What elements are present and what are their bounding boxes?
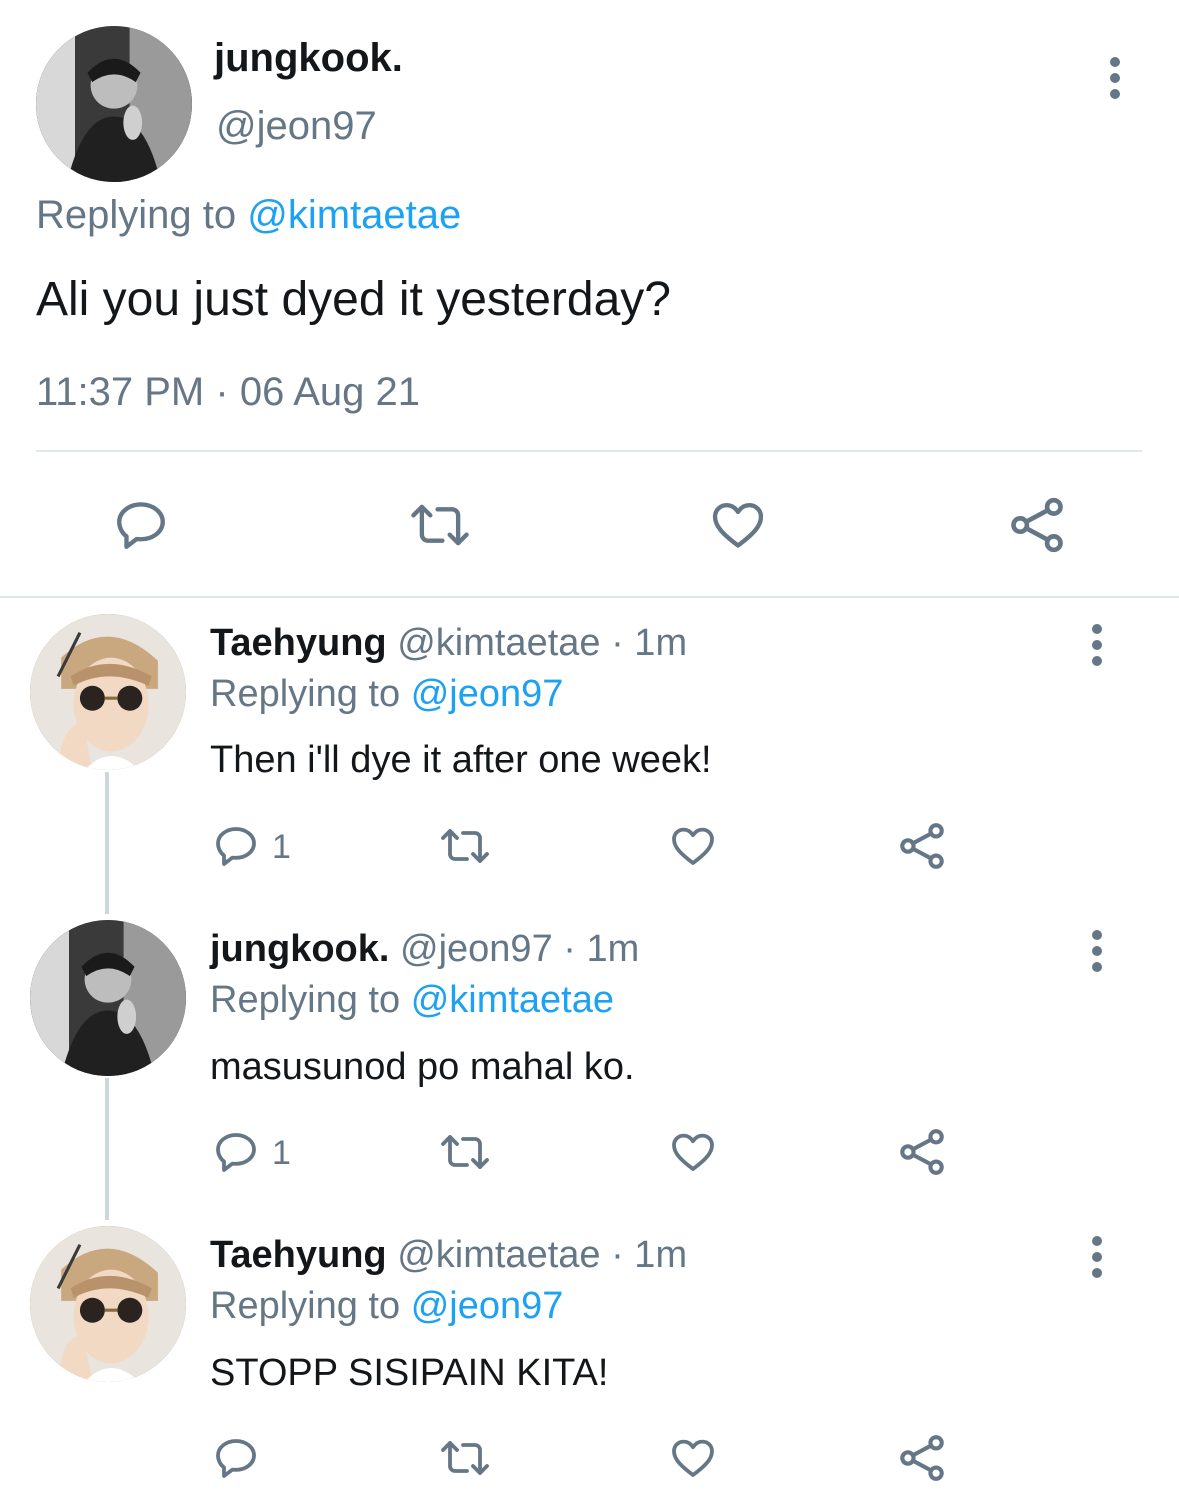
- reply-1-time: · 1m: [611, 622, 688, 664]
- reply-icon[interactable]: [212, 1434, 260, 1482]
- replying-prefix: Replying to: [210, 673, 401, 715]
- main-replying-to: Replying to @kimtaetae: [36, 193, 461, 238]
- reply-2-replying-to: Replying to @kimtaetae: [210, 979, 614, 1022]
- share-icon[interactable]: [896, 820, 948, 872]
- avatar-reply-1[interactable]: [30, 614, 186, 770]
- reply-2-display-name[interactable]: jungkook.: [210, 928, 389, 970]
- main-divider: [36, 450, 1142, 452]
- thread-line: [105, 772, 109, 914]
- like-icon[interactable]: [668, 822, 718, 870]
- reply-3-handle[interactable]: @kimtaetae: [397, 1234, 600, 1276]
- reply-1-header: Taehyung @kimtaetae · 1m: [210, 622, 687, 665]
- meta-separator: ·: [215, 370, 229, 414]
- main-timestamp: 11:37 PM · 06 Aug 21: [36, 370, 420, 415]
- replying-to-link[interactable]: @kimtaetae: [247, 193, 461, 237]
- replying-to-link[interactable]: @jeon97: [411, 1285, 564, 1327]
- reply-3-time: · 1m: [611, 1234, 688, 1276]
- share-icon[interactable]: [896, 1126, 948, 1178]
- replying-to-link[interactable]: @jeon97: [411, 673, 564, 715]
- replying-to-link[interactable]: @kimtaetae: [411, 979, 614, 1021]
- retweet-icon[interactable]: [438, 1128, 492, 1176]
- section-divider: [0, 596, 1179, 598]
- reply-icon[interactable]: [212, 822, 260, 870]
- reply-icon[interactable]: [212, 1128, 260, 1176]
- share-icon[interactable]: [1006, 494, 1068, 556]
- retweet-icon[interactable]: [438, 822, 492, 870]
- thread-line: [105, 1078, 109, 1220]
- reply-3-header: Taehyung @kimtaetae · 1m: [210, 1234, 687, 1277]
- main-date: 06 Aug 21: [239, 370, 421, 414]
- reply-3-display-name[interactable]: Taehyung: [210, 1234, 387, 1276]
- reply-icon[interactable]: [112, 496, 170, 554]
- retweet-icon[interactable]: [408, 496, 472, 554]
- like-icon[interactable]: [708, 496, 768, 554]
- reply-3-more-options-icon[interactable]: [1091, 1236, 1103, 1284]
- like-icon[interactable]: [668, 1434, 718, 1482]
- reply-2-handle[interactable]: @jeon97: [400, 928, 553, 970]
- reply-3-replying-to: Replying to @jeon97: [210, 1285, 563, 1328]
- main-tweet-text: Ali you just dyed it yesterday?: [36, 273, 671, 326]
- reply-1-reply-count: 1: [272, 828, 291, 866]
- avatar-reply-2[interactable]: [30, 920, 186, 1076]
- reply-1-replying-to: Replying to @jeon97: [210, 673, 563, 716]
- replying-prefix: Replying to: [210, 979, 401, 1021]
- avatar-reply-3[interactable]: [30, 1226, 186, 1382]
- reply-2-more-options-icon[interactable]: [1091, 930, 1103, 978]
- replying-prefix: Replying to: [36, 193, 237, 237]
- reply-2-header: jungkook. @jeon97 · 1m: [210, 928, 639, 971]
- main-more-options-icon[interactable]: [1109, 57, 1121, 105]
- reply-1-display-name[interactable]: Taehyung: [210, 622, 387, 664]
- reply-1-handle[interactable]: @kimtaetae: [397, 622, 600, 664]
- avatar-main[interactable]: [36, 26, 192, 182]
- reply-3-text: STOPP SISIPAIN KITA!: [210, 1352, 609, 1394]
- reply-1-more-options-icon[interactable]: [1091, 624, 1103, 672]
- main-display-name[interactable]: jungkook.: [214, 36, 403, 81]
- main-time: 11:37 PM: [36, 370, 205, 414]
- like-icon[interactable]: [668, 1128, 718, 1176]
- reply-2-time: · 1m: [563, 928, 640, 970]
- reply-1-text: Then i'll dye it after one week!: [210, 739, 712, 781]
- replying-prefix: Replying to: [210, 1285, 401, 1327]
- reply-2-reply-count: 1: [272, 1134, 291, 1172]
- retweet-icon[interactable]: [438, 1434, 492, 1482]
- reply-2-text: masusunod po mahal ko.: [210, 1046, 635, 1088]
- share-icon[interactable]: [896, 1432, 948, 1484]
- main-handle[interactable]: @jeon97: [216, 104, 377, 149]
